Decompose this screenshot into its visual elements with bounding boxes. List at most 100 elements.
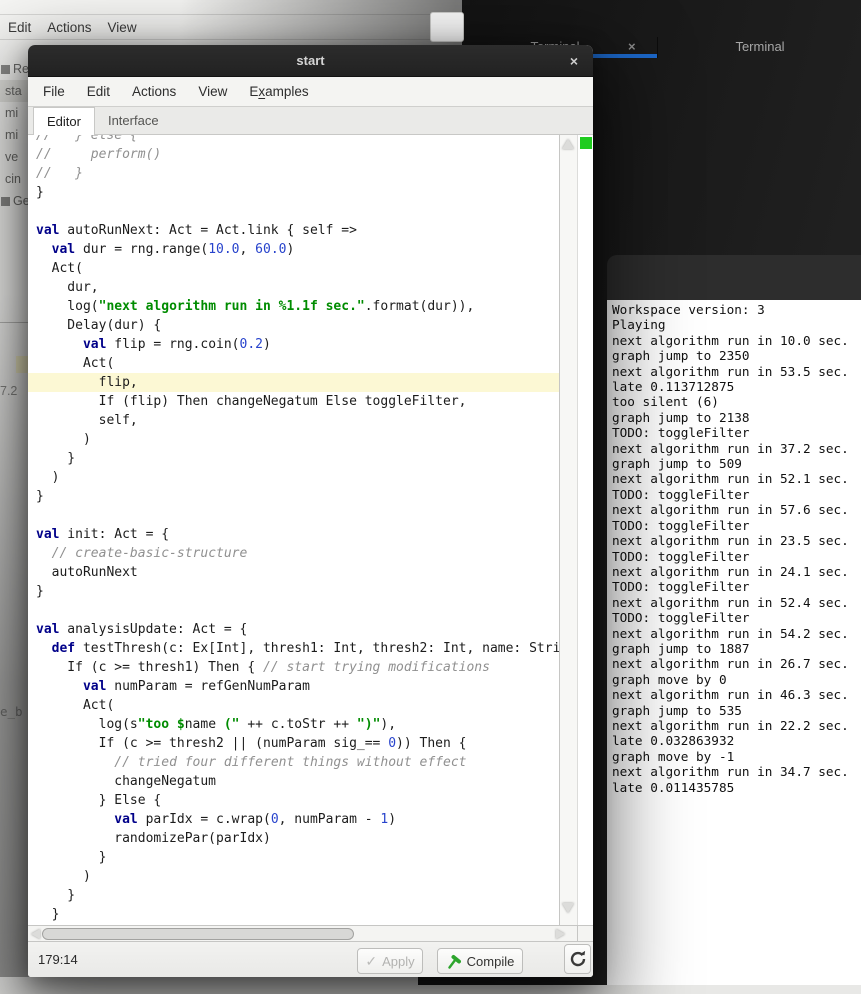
list-item-icon — [1, 197, 10, 206]
scroll-right-icon[interactable] — [556, 929, 565, 939]
background-menu-item[interactable]: Actions — [47, 20, 91, 35]
code-line: changeNegatum — [36, 772, 559, 791]
code-line — [36, 506, 559, 525]
list-item-label: sta — [0, 84, 22, 98]
compile-button[interactable]: Compile — [437, 948, 523, 974]
scroll-down-icon[interactable] — [562, 903, 574, 913]
code-line: ) — [36, 867, 559, 886]
highlighted-code-line: flip, — [28, 373, 559, 392]
hammer-icon — [446, 954, 461, 969]
code-line: } — [36, 905, 559, 924]
code-editor[interactable]: // } else {// perform()// }} val autoRun… — [28, 135, 559, 925]
code-line: val dur = rng.range(10.0, 60.0) — [36, 240, 559, 259]
code-line: } — [36, 183, 559, 202]
code-line: val numParam = refGenNumParam — [36, 677, 559, 696]
code-line: ) — [36, 430, 559, 449]
menu-examples[interactable]: Examples — [238, 84, 319, 99]
background-list-item[interactable]: mi — [0, 102, 28, 124]
apply-button[interactable]: ✓ Apply — [357, 948, 423, 974]
terminal-tab-2[interactable]: Terminal — [700, 39, 820, 54]
terminal-log-line: late 0.032863932 — [612, 733, 861, 748]
scroll-left-icon[interactable] — [31, 929, 40, 939]
terminal-log-line: Playing — [612, 317, 861, 332]
background-item-list: Re sta mi mi ve cin Ge — [0, 58, 28, 218]
terminal-log-line: TODO: toggleFilter — [612, 579, 861, 594]
background-menu-item[interactable]: Edit — [8, 20, 31, 35]
refresh-button[interactable] — [564, 944, 591, 974]
scrollbar-corner — [577, 926, 593, 941]
terminal-output[interactable]: Workspace version: 3Playing next algorith… — [607, 300, 861, 985]
code-line: Act( — [36, 696, 559, 715]
apply-label: Apply — [382, 954, 415, 969]
menu-actions[interactable]: Actions — [121, 84, 187, 99]
code-line: val parIdx = c.wrap(0, numParam - 1) — [36, 810, 559, 829]
scroll-up-icon[interactable] — [562, 139, 574, 149]
code-line: Act( — [36, 354, 559, 373]
background-list-item[interactable]: mi — [0, 124, 28, 146]
terminal-log-line: TODO: toggleFilter — [612, 487, 861, 502]
terminal-log-line: graph jump to 535 — [612, 703, 861, 718]
terminal-log-line: TODO: toggleFilter — [612, 549, 861, 564]
code-line — [36, 601, 559, 620]
code-line: val autoRunNext: Act = Act.link { self =… — [36, 221, 559, 240]
background-list-item[interactable]: cin — [0, 168, 28, 190]
close-icon[interactable]: × — [564, 51, 584, 71]
editor-tab-bar: Editor Interface — [28, 107, 593, 135]
code-line: self, — [36, 411, 559, 430]
start-window: start × File Edit Actions View Examples … — [28, 45, 593, 977]
vertical-scrollbar[interactable] — [559, 135, 577, 925]
tab-interface[interactable]: Interface — [95, 107, 172, 134]
terminal-log-line: Workspace version: 3 — [612, 302, 861, 317]
horizontal-scroll-thumb[interactable] — [42, 928, 354, 940]
terminal-log-line: TODO: toggleFilter — [612, 518, 861, 533]
title-bar[interactable]: start × — [28, 45, 593, 77]
background-list-item[interactable]: ve — [0, 146, 28, 168]
code-line: // create-basic-structure — [36, 544, 559, 563]
background-highlight-fragment — [16, 356, 28, 373]
editor-region: // } else {// perform()// }} val autoRun… — [28, 135, 593, 925]
code-line: // } — [36, 164, 559, 183]
terminal-log-line: next algorithm run in 23.5 sec. — [612, 533, 861, 548]
terminal-log-line: TODO: toggleFilter — [612, 425, 861, 440]
terminal-log-line: next algorithm run in 52.1 sec. — [612, 471, 861, 486]
background-partial-label: e_b — [0, 704, 23, 719]
menu-bar: File Edit Actions View Examples — [28, 77, 593, 107]
code-line — [36, 202, 559, 221]
menu-view[interactable]: View — [187, 84, 238, 99]
list-item-label: cin — [0, 172, 21, 186]
terminal-log-line: graph move by 0 — [612, 672, 861, 687]
code-line: randomizePar(parIdx) — [36, 829, 559, 848]
code-line: If (c >= thresh2 || (numParam sig_== 0))… — [36, 734, 559, 753]
terminal-tab-close-icon[interactable]: × — [628, 39, 636, 54]
refresh-icon — [569, 950, 587, 968]
code-line: autoRunNext — [36, 563, 559, 582]
terminal-log-line: next algorithm run in 54.2 sec. — [612, 626, 861, 641]
terminal-log-line: late 0.113712875 — [612, 379, 861, 394]
code-line: If (flip) Then changeNegatum Else toggle… — [36, 392, 559, 411]
terminal-log-line: next algorithm run in 26.7 sec. — [612, 656, 861, 671]
terminal-log-line: next algorithm run in 52.4 sec. — [612, 595, 861, 610]
tab-editor[interactable]: Editor — [33, 107, 95, 135]
background-menu-item[interactable]: View — [108, 20, 137, 35]
menu-edit[interactable]: Edit — [76, 84, 121, 99]
terminal-header — [607, 255, 861, 301]
menu-file[interactable]: File — [32, 84, 76, 99]
background-window-fragment — [430, 12, 464, 42]
background-list-item[interactable]: Ge — [0, 190, 28, 212]
background-list-item[interactable]: sta — [0, 80, 28, 102]
code-line: ) — [36, 468, 559, 487]
list-item-label: mi — [0, 106, 18, 120]
terminal-window: Workspace version: 3Playing next algorith… — [607, 255, 861, 985]
terminal-log-line: next algorithm run in 22.2 sec. — [612, 718, 861, 733]
horizontal-scrollbar[interactable] — [28, 925, 593, 941]
code-line: log(s"too $name (" ++ c.toStr ++ ")"), — [36, 715, 559, 734]
divider — [0, 322, 28, 323]
code-line: val flip = rng.coin(0.2) — [36, 335, 559, 354]
code-line: } — [36, 449, 559, 468]
terminal-log-line: graph move by -1 — [612, 749, 861, 764]
code-line: def testThresh(c: Ex[Int], thresh1: Int,… — [36, 639, 559, 658]
list-item-label: ve — [0, 150, 18, 164]
code-line: Delay(dur) { — [36, 316, 559, 335]
background-list-item[interactable]: Re — [0, 58, 28, 80]
terminal-log-line: late 0.011435785 — [612, 780, 861, 795]
